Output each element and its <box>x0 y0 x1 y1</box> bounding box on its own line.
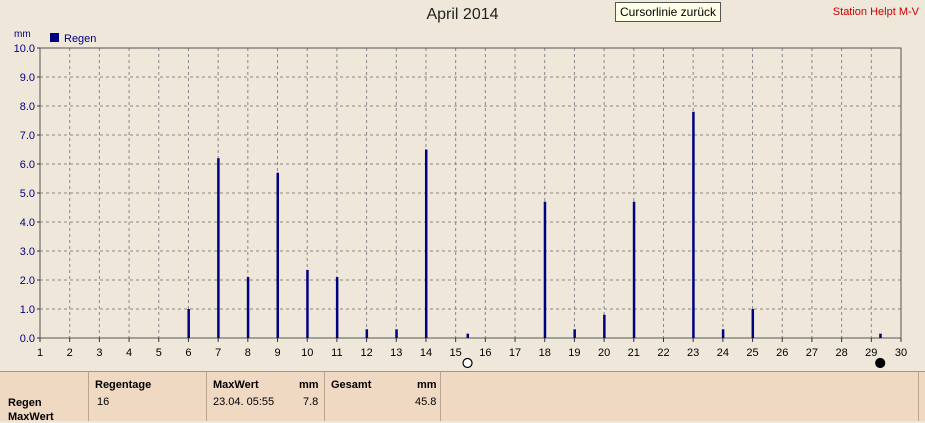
y-tick-label: 2.0 <box>20 275 35 287</box>
maxwert-time: 23.04. 05:55 <box>213 396 275 408</box>
x-tick-label: 22 <box>657 347 669 359</box>
rain-chart: 0.01.02.03.04.05.06.07.08.09.010.01 2 3 4 5 6… <box>14 29 907 369</box>
legend-label: Regen <box>64 33 96 45</box>
legend-swatch <box>50 33 59 42</box>
rain-bar <box>187 309 190 338</box>
x-tick-label: 15 <box>450 347 462 359</box>
regentage-cell: Regentage 16 <box>88 372 207 421</box>
y-tick-label: 10.0 <box>14 43 35 55</box>
rain-bar <box>573 329 576 338</box>
x-tick-label: 12 <box>360 347 372 359</box>
x-tick-label: 28 <box>835 347 847 359</box>
x-tick-label: 5 <box>156 347 162 359</box>
x-tick-label: 10 <box>301 347 313 359</box>
rain-bar <box>879 333 882 338</box>
rain-bar <box>395 329 398 338</box>
maxwert-unit: mm <box>299 379 319 391</box>
rain-bar <box>246 277 250 338</box>
gesamt-cell: Gesamt mm 45.8 <box>324 372 441 421</box>
x-tick-label: 6 <box>185 347 191 359</box>
x-tick-label: 13 <box>390 347 402 359</box>
plot-area <box>40 48 901 338</box>
cursor-marker <box>462 357 473 369</box>
rain-bar <box>365 329 369 338</box>
regentage-header: Regentage <box>95 379 152 391</box>
summary-divider <box>918 372 919 421</box>
rain-bar <box>721 329 725 338</box>
rain-bar <box>306 269 309 338</box>
gesamt-unit: mm <box>417 379 437 391</box>
cursor-marker <box>875 357 886 369</box>
maxwert-value: 7.8 <box>303 396 319 408</box>
y-tick-label: 8.0 <box>20 101 35 113</box>
x-tick-label: 7 <box>215 347 221 359</box>
summary-panel: Regen MaxWert Regentage 16 MaxWert mm 23… <box>0 371 925 423</box>
rain-bar <box>603 314 606 338</box>
x-tick-label: 24 <box>717 347 729 359</box>
rain-bar <box>217 158 220 338</box>
rain-bar <box>543 201 547 338</box>
x-tick-label: 11 <box>331 347 342 359</box>
gesamt-value: 45.8 <box>415 396 437 408</box>
rain-bar <box>424 149 428 338</box>
y-tick-label: 9.0 <box>20 72 35 84</box>
y-tick-label: 0.0 <box>20 333 35 345</box>
y-tick-label: 3.0 <box>20 246 35 258</box>
y-tick-label: 7.0 <box>20 130 35 142</box>
x-tick-label: 9 <box>274 347 280 359</box>
y-tick-label: 4.0 <box>20 217 35 229</box>
x-tick-label: 25 <box>746 347 758 359</box>
x-tick-label: 19 <box>568 347 580 359</box>
regentage-value: 16 <box>97 396 110 408</box>
x-tick-label: 18 <box>539 347 551 359</box>
x-tick-label: 8 <box>245 347 251 359</box>
summary-row-label: Regen <box>8 397 42 409</box>
x-tick-label: 23 <box>687 347 699 359</box>
x-tick-label: 4 <box>126 347 132 359</box>
gesamt-header: Gesamt <box>331 379 372 391</box>
x-tick-label: 29 <box>865 347 877 359</box>
x-tick-label: 1 <box>37 347 43 359</box>
x-tick-label: 20 <box>598 347 610 359</box>
maxwert-cell: MaxWert mm 23.04. 05:55 7.8 <box>206 372 325 421</box>
summary-divider <box>440 372 441 421</box>
y-tick-label: 1.0 <box>20 304 35 316</box>
x-tick-label: 16 <box>479 347 491 359</box>
x-tick-label: 17 <box>509 347 521 359</box>
summary-row-label: MaxWert <box>8 411 54 423</box>
y-tick-label: 6.0 <box>20 159 35 171</box>
rain-bar <box>335 277 339 338</box>
x-tick-label: 30 <box>895 347 907 359</box>
x-tick-label: 21 <box>628 347 640 359</box>
rain-bar <box>276 172 280 338</box>
rain-bar <box>692 111 695 338</box>
x-tick-label: 2 <box>67 347 73 359</box>
x-tick-label: 3 <box>96 347 102 359</box>
x-tick-label: 14 <box>420 347 432 359</box>
rain-bar <box>751 309 755 338</box>
y-axis-label: mm <box>14 29 31 40</box>
y-tick-label: 5.0 <box>20 188 35 200</box>
rain-bar <box>632 201 636 338</box>
x-tick-label: 27 <box>806 347 818 359</box>
maxwert-header: MaxWert <box>213 379 259 391</box>
rain-bar <box>466 333 470 338</box>
x-tick-label: 26 <box>776 347 788 359</box>
